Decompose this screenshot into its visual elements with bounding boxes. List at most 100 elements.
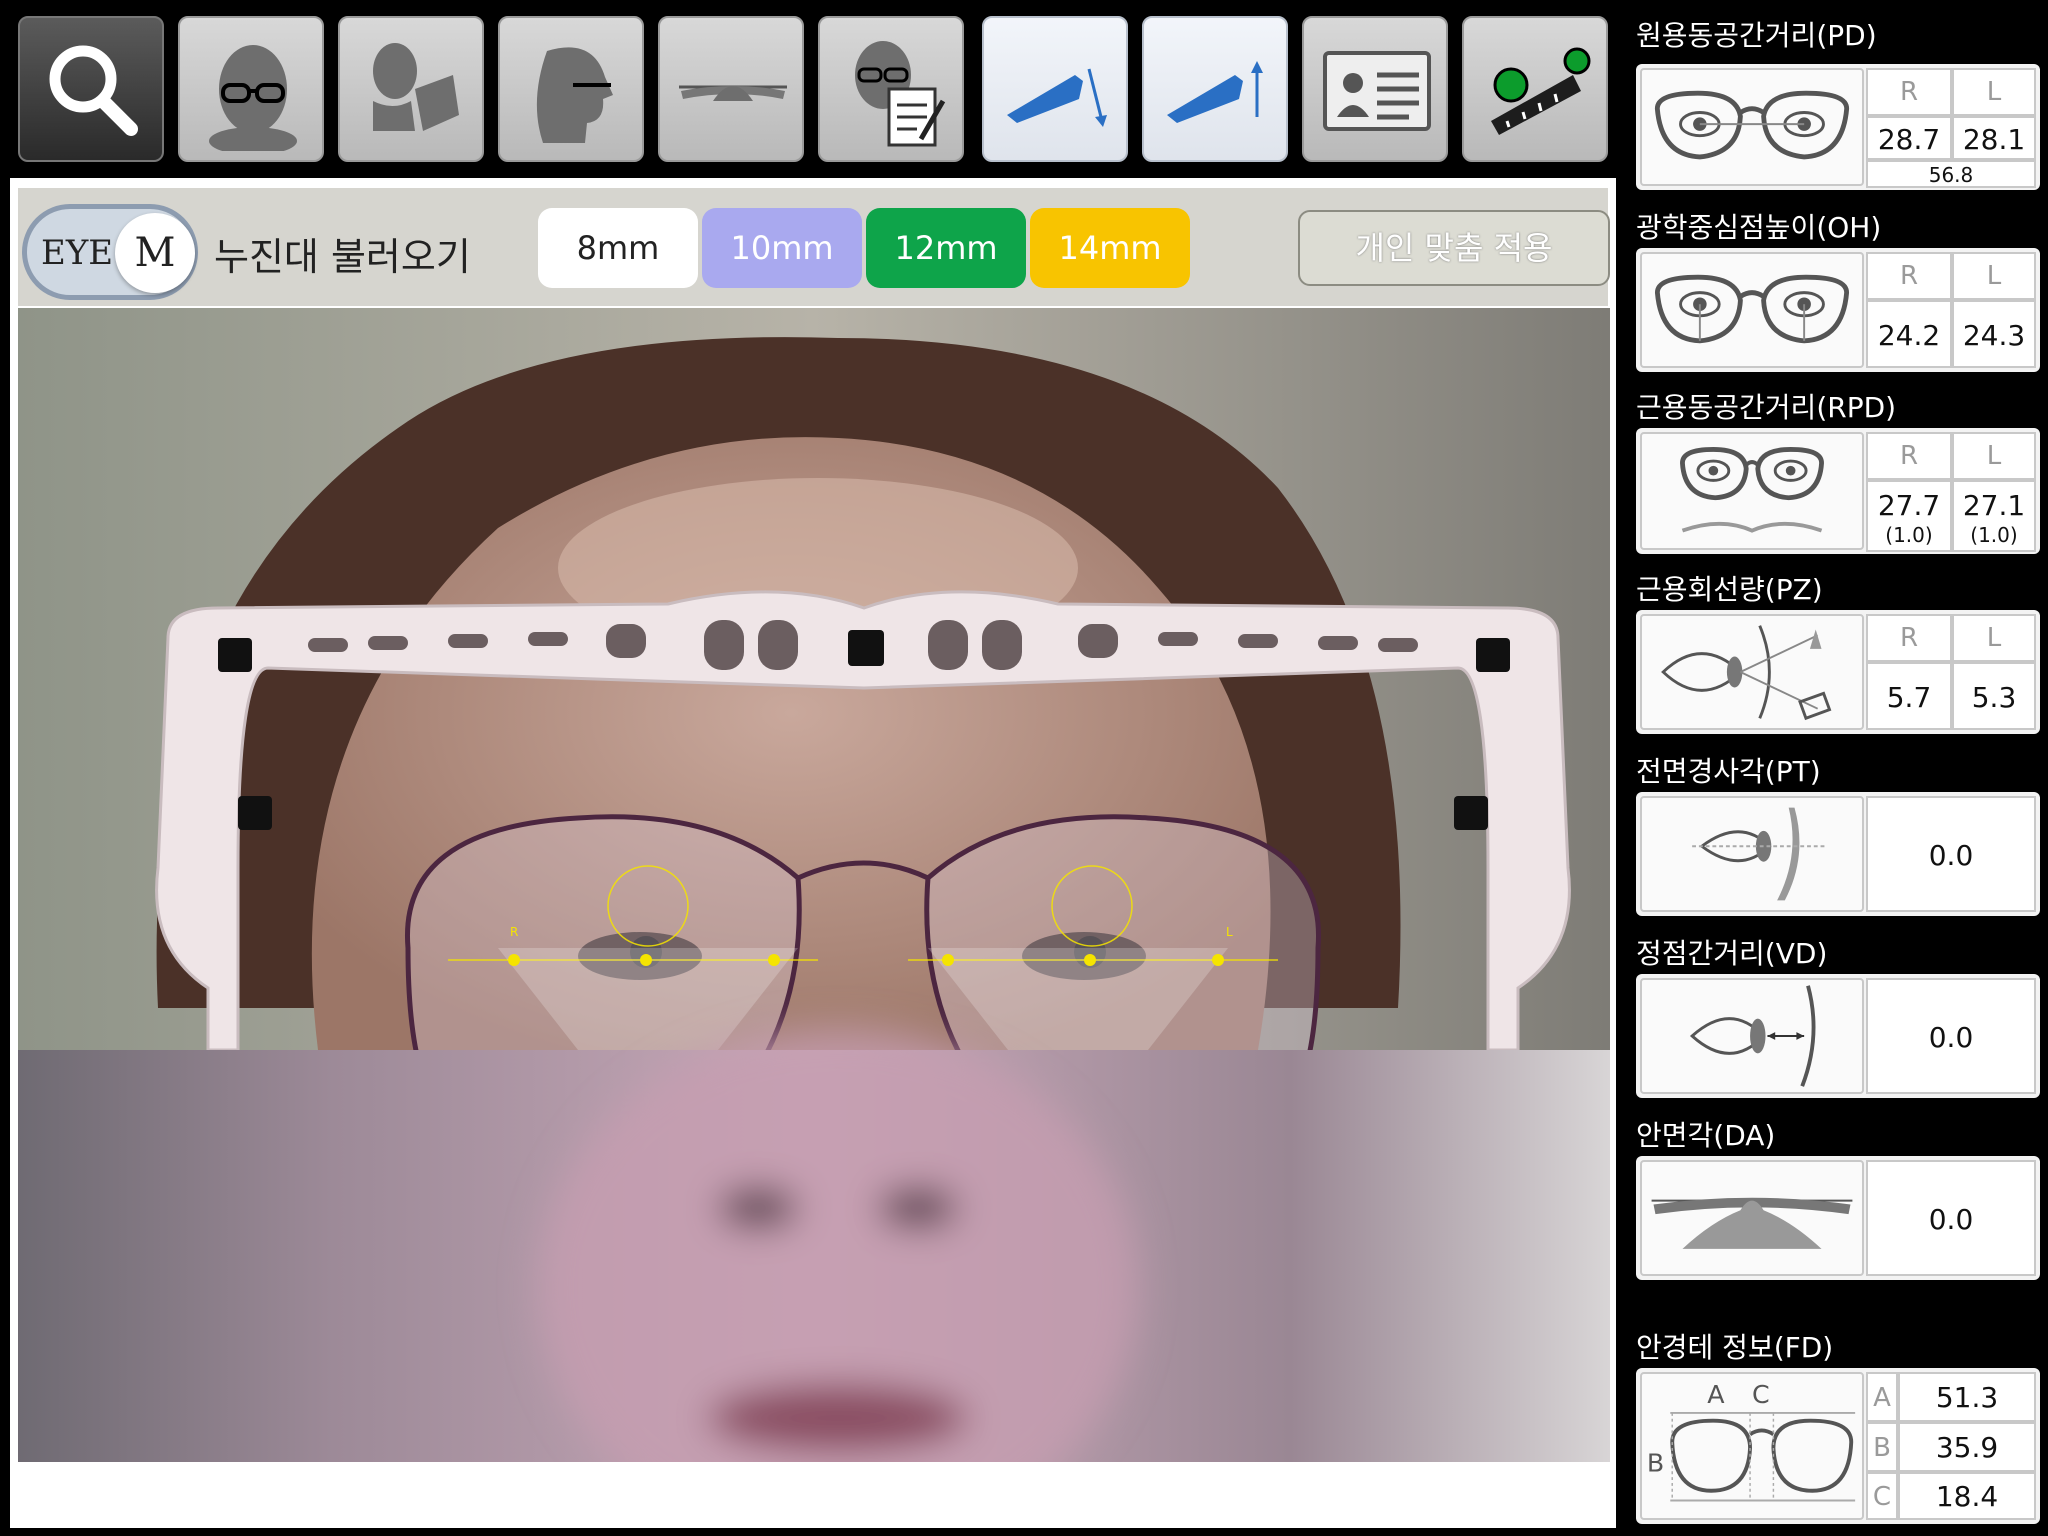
rpd-card: R L 27.7 27.1 (1.0) (1.0) — [1636, 428, 2040, 554]
pz-l-value: 5.3 — [1952, 662, 2036, 730]
measurement-panel: 원용동공간거리(PD) R L 28.7 28.1 56.8 광학중심점높이(O… — [1622, 0, 2048, 1536]
fd-c-label: C — [1866, 1472, 1898, 1520]
vd-value: 0.0 — [1866, 978, 2036, 1094]
pz-diagram — [1640, 614, 1864, 730]
fd-diagram: A C B — [1640, 1372, 1864, 1520]
apply-custom-button[interactable]: 개인 맞춤 적용 — [1298, 210, 1610, 286]
pt-value: 0.0 — [1866, 796, 2036, 912]
fd-a-value: 51.3 — [1898, 1372, 2036, 1422]
oh-r-header: R — [1866, 252, 1952, 300]
da-diagram — [1640, 1160, 1864, 1276]
fd-diagram-b-label: B — [1647, 1448, 1664, 1477]
frame-wrap-icon — [679, 85, 787, 101]
frame-wrap-button[interactable] — [658, 16, 804, 162]
pd-l-value: 28.1 — [1952, 116, 2036, 160]
oh-title: 광학중심점높이(OH) — [1636, 211, 1882, 244]
pz-r-header: R — [1866, 614, 1952, 662]
rpd-diagram — [1640, 432, 1864, 550]
eye-toggle-label: EYE — [41, 233, 114, 273]
face-glasses-icon — [209, 45, 297, 151]
pd-total-value: 56.8 — [1866, 160, 2036, 188]
vd-diagram — [1640, 978, 1864, 1094]
id-card-button[interactable] — [1302, 16, 1448, 162]
oh-r-value: 24.2 — [1866, 300, 1952, 368]
rpd-r-sub: (1.0) — [1866, 522, 1952, 552]
glasses-reading-icon — [1680, 447, 1824, 533]
fd-diagram-a-label: A — [1707, 1380, 1725, 1409]
vertex-distance-icon — [1689, 985, 1816, 1087]
eye-toggle-knob[interactable]: M — [115, 213, 195, 293]
face-side-icon — [536, 47, 613, 143]
ruler-icon — [1491, 47, 1591, 135]
rpd-l-sub: (1.0) — [1952, 522, 2036, 552]
pd-r-value: 28.7 — [1866, 116, 1952, 160]
pz-l-header: L — [1952, 614, 2036, 662]
left-eye-marker: L — [1226, 925, 1233, 939]
corridor-10mm-button[interactable]: 10mm — [702, 208, 862, 288]
da-value: 0.0 — [1866, 1160, 2036, 1276]
oh-diagram — [1640, 252, 1864, 368]
oh-l-value: 24.3 — [1952, 300, 2036, 368]
rpd-l-value: 27.1 — [1952, 480, 2036, 524]
frame-dimensions-icon: A C B — [1647, 1380, 1856, 1502]
pd-title: 원용동공간거리(PD) — [1636, 19, 1877, 52]
pz-card: R L 5.7 5.3 — [1636, 610, 2040, 734]
pd-r-header: R — [1866, 68, 1952, 116]
fd-a-label: A — [1866, 1372, 1898, 1422]
search-icon — [49, 45, 138, 136]
search-button[interactable] — [18, 16, 164, 162]
face-document-button[interactable] — [818, 16, 964, 162]
pd-card: R L 28.7 28.1 56.8 — [1636, 64, 2040, 190]
face-front-button[interactable] — [178, 16, 324, 162]
pd-l-header: L — [1952, 68, 2036, 116]
pd-diagram — [1640, 68, 1864, 186]
corridor-8mm-button[interactable]: 8mm — [538, 208, 698, 288]
lens-arrow-down-icon — [1007, 68, 1107, 127]
fd-b-value: 35.9 — [1898, 1422, 2036, 1472]
pt-diagram — [1640, 796, 1864, 912]
rpd-l-header: L — [1952, 432, 2036, 480]
pantoscopic-tilt-icon — [1692, 807, 1828, 901]
oh-card: R L 24.2 24.3 — [1636, 248, 2040, 372]
vd-title: 정점간거리(VD) — [1636, 937, 1828, 970]
ruler-calibrate-button[interactable] — [1462, 16, 1608, 162]
fd-card: A C B A 51.3 B 35.9 C 18.4 — [1636, 1368, 2040, 1524]
face-angle-icon — [1651, 1197, 1853, 1249]
corridor-12mm-button[interactable]: 12mm — [866, 208, 1026, 288]
pt-title: 전면경사각(PT) — [1636, 755, 1821, 788]
eye-mode-letter: M — [134, 230, 176, 276]
fd-b-label: B — [1866, 1422, 1898, 1472]
face-reading-icon — [373, 43, 459, 131]
face-document-icon — [855, 41, 946, 147]
top-toolbar — [0, 0, 1622, 176]
eye-rotation-icon — [1661, 625, 1832, 721]
lens-up-button[interactable] — [1142, 16, 1288, 162]
rpd-title: 근용동공간거리(RPD) — [1636, 391, 1897, 424]
glasses-oh-icon — [1654, 274, 1850, 344]
pz-title: 근용회선량(PZ) — [1636, 573, 1823, 606]
main-area: EYE M 누진대 불러오기 8mm 10mm 12mm 14mm 개인 맞춤 … — [10, 178, 1616, 1528]
pt-card: 0.0 — [1636, 792, 2040, 916]
progressive-load-label: 누진대 불러오기 — [214, 235, 471, 279]
lens-arrow-up-icon — [1167, 61, 1263, 123]
right-eye-marker: R — [510, 925, 518, 939]
oh-l-header: L — [1952, 252, 2036, 300]
fd-title: 안경테 정보(FD) — [1636, 1331, 1834, 1364]
corridor-14mm-button[interactable]: 14mm — [1030, 208, 1190, 288]
pz-r-value: 5.7 — [1866, 662, 1952, 730]
rpd-r-value: 27.7 — [1866, 480, 1952, 524]
id-card-icon — [1323, 51, 1431, 131]
eye-mode-toggle[interactable]: EYE M — [22, 204, 198, 300]
vd-card: 0.0 — [1636, 974, 2040, 1098]
face-reading-button[interactable] — [338, 16, 484, 162]
fd-diagram-c-label: C — [1752, 1380, 1770, 1409]
da-title: 안면각(DA) — [1636, 1119, 1776, 1152]
rpd-r-header: R — [1866, 432, 1952, 480]
lens-down-button[interactable] — [982, 16, 1128, 162]
face-measurement-image: R L — [18, 308, 1610, 1462]
camera-view[interactable]: R L — [18, 308, 1610, 1462]
da-card: 0.0 — [1636, 1156, 2040, 1280]
face-side-button[interactable] — [498, 16, 644, 162]
fd-c-value: 18.4 — [1898, 1472, 2036, 1520]
glasses-pd-icon — [1654, 90, 1850, 160]
